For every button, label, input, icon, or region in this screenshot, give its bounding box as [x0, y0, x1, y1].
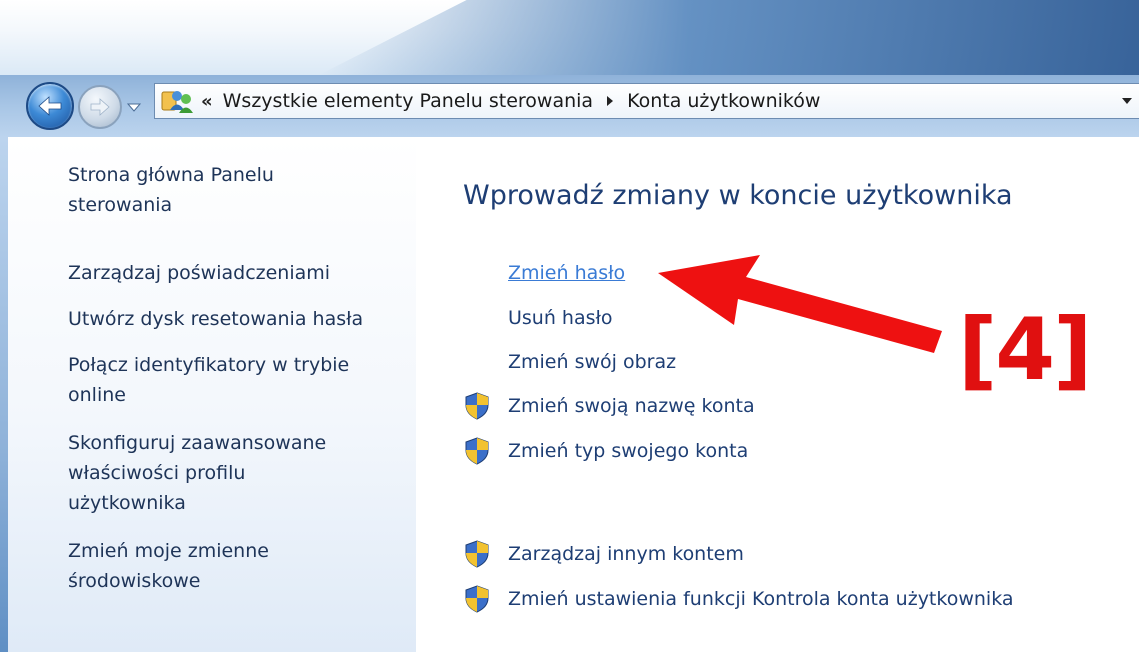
window-title-area: [0, 0, 1139, 75]
forward-arrow-icon: [90, 98, 110, 116]
uac-shield-icon: [465, 392, 489, 420]
sidebar-item-link-online-ids[interactable]: Połącz identyfikatory w trybie online: [68, 350, 408, 410]
sidebar-item-label: Połącz identyfikatory w trybie: [68, 354, 350, 376]
sidebar-item-label: użytkownika: [68, 492, 186, 514]
sidebar-item-label: Strona główna Panelu: [68, 164, 274, 186]
address-overflow-chevrons[interactable]: «: [201, 91, 213, 112]
users-icon: [161, 88, 195, 114]
sidebar-item-label: właściwości profilu: [68, 462, 246, 484]
breadcrumb-control-panel[interactable]: Wszystkie elementy Panelu sterowania: [223, 90, 593, 112]
back-button[interactable]: [26, 82, 74, 130]
sidebar-item-label: Zmień moje zmienne: [68, 540, 269, 562]
breadcrumb-separator-icon[interactable]: [605, 95, 615, 107]
breadcrumb-user-accounts[interactable]: Konta użytkowników: [627, 90, 820, 112]
sidebar-item-control-panel-home[interactable]: Strona główna Panelu sterowania: [68, 160, 408, 220]
sidebar-item-label: online: [68, 384, 126, 406]
change-account-type-link[interactable]: Zmień typ swojego konta: [508, 438, 748, 464]
page-title: Wprowadź zmiany w koncie użytkownika: [463, 180, 1013, 211]
sidebar-item-environment-variables[interactable]: Zmień moje zmienne środowiskowe: [68, 536, 408, 596]
window-border: [0, 137, 8, 652]
change-password-link[interactable]: Zmień hasło: [508, 260, 625, 286]
uac-settings-link[interactable]: Zmień ustawienia funkcji Kontrola konta …: [508, 586, 1014, 612]
sidebar-item-password-reset-disk[interactable]: Utwórz dysk resetowania hasła: [68, 304, 408, 334]
back-arrow-icon: [38, 96, 62, 116]
uac-shield-icon: [465, 437, 489, 465]
uac-shield-icon: [465, 540, 489, 568]
aero-glass: [319, 0, 1139, 75]
sidebar-item-manage-credentials[interactable]: Zarządzaj poświadczeniami: [68, 258, 408, 288]
sidebar-item-label: sterowania: [68, 194, 173, 216]
manage-another-account-link[interactable]: Zarządzaj innym kontem: [508, 541, 744, 567]
annotation-step-label: [4]: [958, 300, 1092, 400]
sidebar-item-advanced-profile[interactable]: Skonfiguruj zaawansowane właściwości pro…: [68, 428, 408, 518]
annotation-arrow-icon: [658, 255, 942, 353]
sidebar-item-label: Utwórz dysk resetowania hasła: [68, 308, 364, 330]
sidebar-item-label: Skonfiguruj zaawansowane: [68, 432, 327, 454]
address-bar[interactable]: « Wszystkie elementy Panelu sterowania K…: [154, 83, 1139, 119]
sidebar-item-label: środowiskowe: [68, 570, 201, 592]
sidebar-item-label: Zarządzaj poświadczeniami: [68, 262, 331, 284]
forward-button[interactable]: [78, 85, 122, 129]
uac-shield-icon: [465, 585, 489, 613]
recent-pages-dropdown-icon[interactable]: [126, 100, 142, 114]
remove-password-link[interactable]: Usuń hasło: [508, 305, 613, 331]
chevron-down-icon[interactable]: [1121, 96, 1133, 106]
change-account-name-link[interactable]: Zmień swoją nazwę konta: [508, 393, 755, 419]
